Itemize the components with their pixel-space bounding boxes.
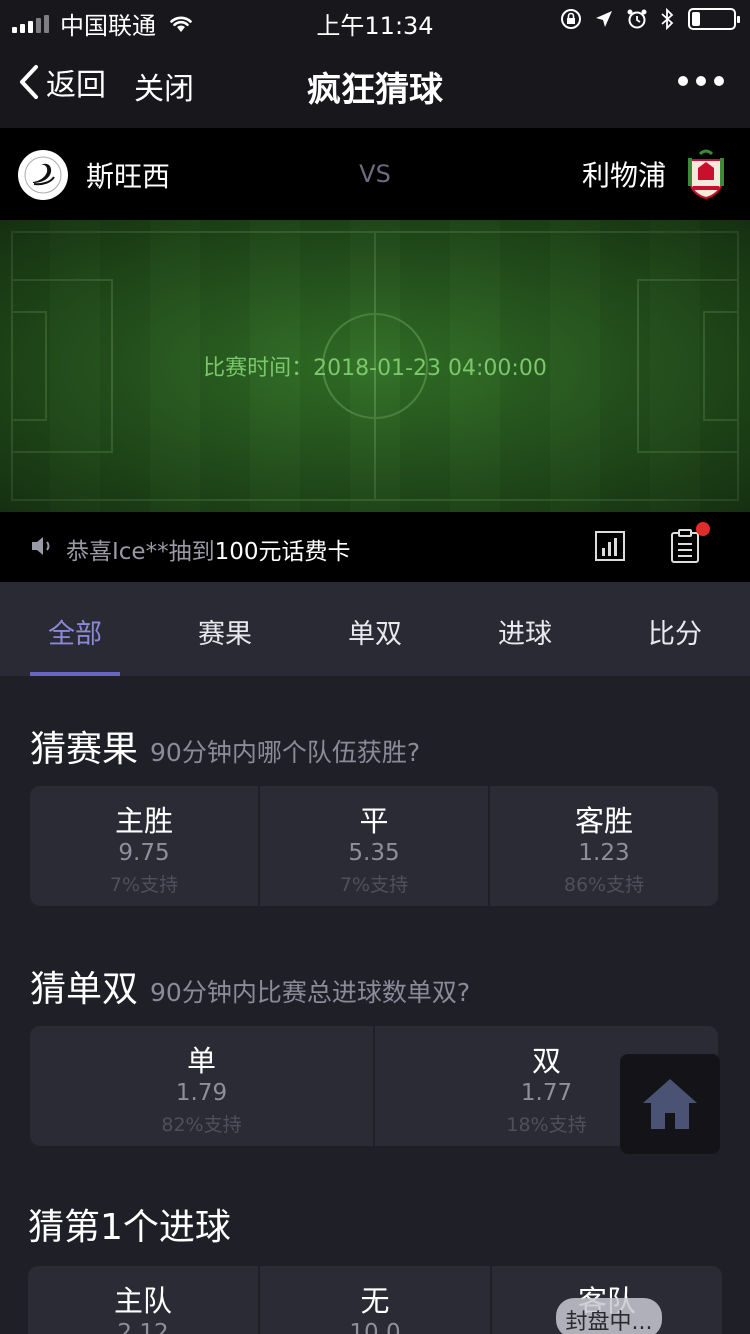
notification-dot [696,522,710,536]
tab-all[interactable]: 全部 [0,582,150,676]
away-team-name: 利物浦 [581,159,666,192]
option-away-win[interactable]: 客胜 1.23 86%支持 [490,786,718,906]
sealed-status-badge: 封盘中... [556,1298,662,1334]
match-time-value: 2018-01-23 04:00:00 [313,356,547,381]
liverpool-logo [684,148,728,200]
clipboard-icon[interactable] [670,528,700,564]
section-title: 猜赛果 [30,729,139,770]
status-bar: 中国联通 上午11:34 [0,0,750,40]
alarm-icon [627,9,647,29]
match-header: 斯旺西 VS 利物浦 [0,128,750,220]
option-home-win[interactable]: 主胜 9.75 7%支持 [30,786,260,906]
section-title: 猜第1个进球 [28,1207,231,1248]
bluetooth-icon [661,8,674,30]
odd-even-options: 单 1.79 82%支持 双 1.77 18%支持 [30,1026,718,1146]
more-menu-button[interactable] [670,76,724,86]
page-title: 疯狂猜球 [307,70,443,110]
notice-bar: 恭喜Ice**抽到100元话费卡 [0,512,750,582]
odd-even-section-heading: 猜单双 90分钟内比赛总进球数单双? [30,960,470,1012]
category-tabs: 全部 赛果 单双 进球 比分 [0,582,750,676]
first-goal-section-heading: 猜第1个进球 [28,1198,231,1250]
option-none[interactable]: 无 10.0 [260,1266,492,1334]
tab-result[interactable]: 赛果 [150,582,300,676]
tab-odd-even[interactable]: 单双 [300,582,450,676]
section-subtitle: 90分钟内比赛总进球数单双? [150,978,471,1007]
more-dots-icon [678,76,688,86]
tab-score[interactable]: 比分 [600,582,750,676]
section-title: 猜单双 [30,969,139,1010]
prize-highlight: 100元话费卡 [214,539,351,565]
option-odd[interactable]: 单 1.79 82%支持 [30,1026,375,1146]
nav-bar: 返回 关闭 疯狂猜球 [0,40,750,128]
home-button[interactable] [620,1054,720,1154]
result-options: 主胜 9.75 7%支持 平 5.35 7%支持 客胜 1.23 86%支持 [30,786,718,906]
match-time: 比赛时间：2018-01-23 04:00:00 [0,350,750,382]
speaker-icon [32,537,50,555]
battery-icon [688,8,740,30]
pitch-banner: 比赛时间：2018-01-23 04:00:00 [0,220,750,512]
match-time-label: 比赛时间： [203,356,314,381]
option-draw[interactable]: 平 5.35 7%支持 [260,786,490,906]
result-section-heading: 猜赛果 90分钟内哪个队伍获胜? [30,720,420,772]
winner-notice: 恭喜Ice**抽到100元话费卡 [66,539,351,565]
tab-goals[interactable]: 进球 [450,582,600,676]
section-subtitle: 90分钟内哪个队伍获胜? [150,738,421,767]
option-home-team[interactable]: 主队 2.12 [28,1266,260,1334]
location-icon [596,11,612,27]
away-team: 利物浦 [582,148,728,200]
rotation-lock-icon [561,9,581,29]
stats-chart-icon[interactable] [594,530,626,562]
active-tab-indicator [30,672,120,676]
home-icon [643,1079,697,1129]
